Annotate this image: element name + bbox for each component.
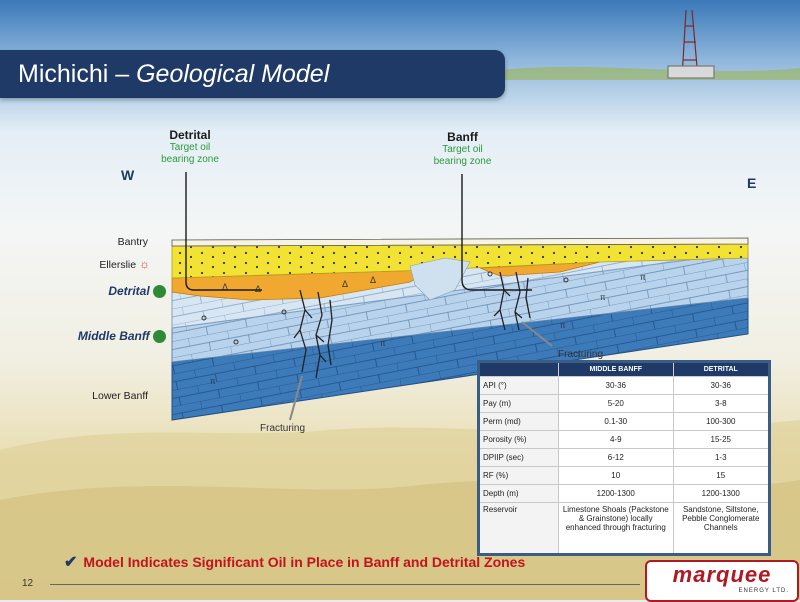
ellerslie-label: Ellerslie ☼ [99, 257, 150, 271]
checkmark-icon: ✔ [64, 554, 78, 571]
table-header: MIDDLE BANFF [558, 361, 674, 377]
table-row: API (°) 30-36 30-36 [478, 376, 771, 395]
middle-banff-label: Middle Banff [60, 329, 166, 344]
west-label: W [121, 167, 135, 183]
zone-marker-icon [153, 330, 166, 344]
table-row: Porosity (%) 4-9 15-25 [478, 430, 771, 449]
table-row: DPIIP (sec) 6-12 1-3 [478, 448, 771, 467]
table-row: RF (%) 10 15 [478, 466, 771, 485]
east-label: E [747, 175, 757, 191]
table-row: Reservoir Limestone Shoals (Packstone & G… [478, 502, 771, 555]
table-row: Perm (md) 0.1-30 100-300 [478, 412, 771, 431]
svg-text:Δ: Δ [370, 275, 376, 285]
detrital-well-label: Detrital Target oil bearing zone [161, 128, 219, 165]
banff-well-label: Banff Target oil bearing zone [433, 130, 492, 167]
svg-text:π: π [380, 339, 386, 348]
table-header-row: MIDDLE BANFF DETRITAL [478, 361, 771, 377]
lower-banff-label: Lower Banff [92, 390, 148, 402]
reservoir-properties-table: MIDDLE BANFF DETRITAL API (°) 30-36 30-36 … [477, 360, 771, 556]
detrital-label: Detrital [90, 284, 166, 299]
table-header: DETRITAL [672, 361, 771, 377]
fracturing-label-left: Fracturing [260, 423, 306, 434]
zone-marker-icon [153, 285, 166, 299]
footer-divider [50, 584, 640, 585]
sun-icon: ☼ [139, 257, 150, 271]
svg-text:Δ: Δ [255, 284, 261, 294]
table-row: Depth (m) 1200-1300 1200-1300 [478, 484, 771, 503]
company-logo: marquee ENERGY LTD. [645, 560, 799, 602]
svg-text:π: π [600, 293, 606, 302]
fracturing-label-right: Fracturing [558, 349, 604, 360]
table-row: Pay (m) 5-20 3-8 [478, 394, 771, 413]
key-message: ✔ Model Indicates Significant Oil in Plac… [64, 554, 526, 571]
svg-text:π: π [210, 377, 216, 386]
svg-text:Δ: Δ [342, 279, 348, 289]
table-header [478, 361, 559, 377]
svg-text:π: π [560, 321, 566, 330]
bantry-label: Bantry [117, 236, 148, 248]
page-number: 12 [22, 578, 34, 589]
svg-text:π: π [640, 273, 646, 282]
